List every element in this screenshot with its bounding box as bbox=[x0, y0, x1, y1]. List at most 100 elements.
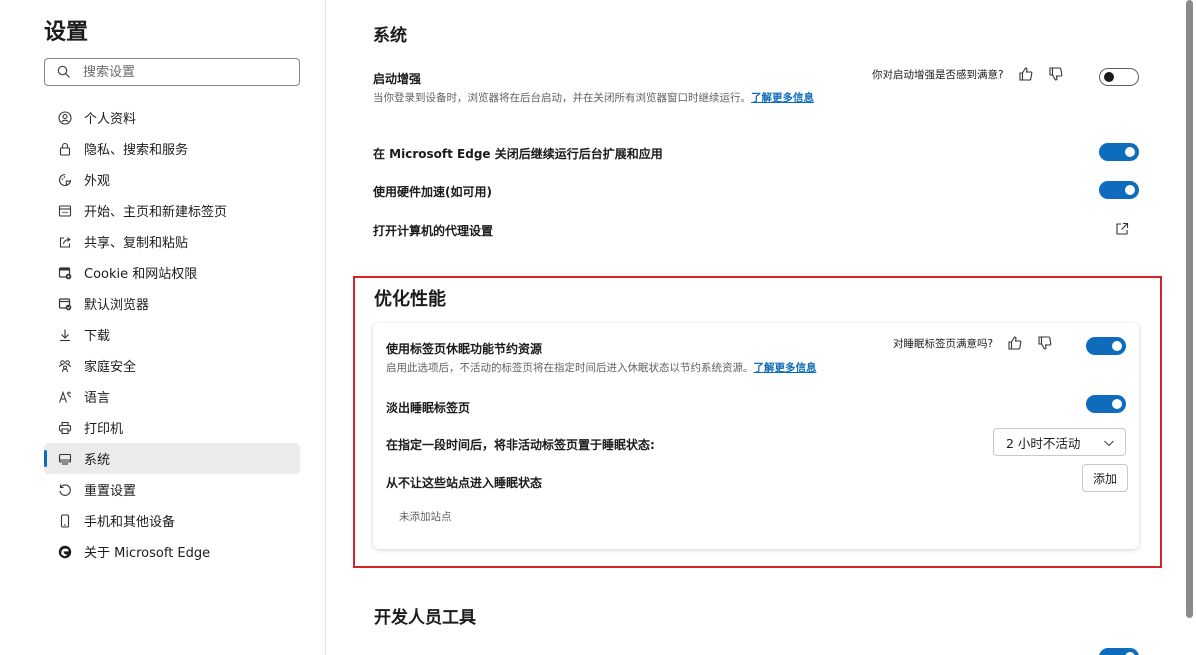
hardware-accel-toggle[interactable] bbox=[1099, 181, 1139, 199]
site-permissions-icon bbox=[58, 266, 72, 280]
sidebar-item-family[interactable]: 家庭安全 bbox=[44, 350, 300, 381]
startup-boost-desc-text: 当你登录到设备时，浏览器将在后台启动，并在关闭所有浏览器窗口时继续运行。 bbox=[373, 92, 751, 104]
sidebar-item-label: 下载 bbox=[84, 329, 111, 344]
sidebar-item-label: 重置设置 bbox=[84, 484, 137, 499]
external-link-icon[interactable] bbox=[1114, 221, 1130, 237]
performance-heading: 优化性能 bbox=[374, 289, 446, 310]
sidebar-item-label: 家庭安全 bbox=[84, 360, 137, 375]
sidebar-item-language[interactable]: 语言 bbox=[44, 381, 300, 412]
printer-icon bbox=[58, 421, 72, 435]
hardware-accel-row: 使用硬件加速(如可用) bbox=[373, 183, 1143, 200]
performance-card: 使用标签页休眠功能节约资源 启用此选项后，不活动的标签页将在指定时间后进入休眠状… bbox=[373, 323, 1139, 549]
background-apps-toggle[interactable] bbox=[1099, 143, 1139, 161]
sleeping-tabs-feedback-text: 对睡眠标签页满意吗? bbox=[893, 337, 994, 350]
sleeping-tabs-desc: 启用此选项后，不活动的标签页将在指定时间后进入休眠状态以节约系统资源。了解更多信… bbox=[386, 361, 906, 375]
startup-boost-learn-more-link[interactable]: 了解更多信息 bbox=[751, 92, 814, 104]
startup-boost-feedback-text: 你对启动增强是否感到满意? bbox=[872, 68, 1004, 81]
toggle-knob bbox=[1125, 185, 1135, 195]
sleep-after-select[interactable]: 2 小时不活动 bbox=[993, 428, 1126, 456]
phone-icon bbox=[58, 513, 72, 528]
sleeping-tabs-desc-text: 启用此选项后，不活动的标签页将在指定时间后进入休眠状态以节约系统资源。 bbox=[386, 362, 754, 374]
sidebar-item-label: 系统 bbox=[84, 453, 111, 468]
sidebar-item-printers[interactable]: 打印机 bbox=[44, 412, 300, 443]
chevron-down-icon bbox=[1103, 437, 1115, 449]
sidebar-item-about[interactable]: 关于 Microsoft Edge bbox=[44, 536, 300, 567]
reset-icon bbox=[58, 483, 72, 497]
sidebar-item-label: 个人资料 bbox=[84, 112, 137, 127]
startup-boost-toggle[interactable] bbox=[1099, 68, 1139, 86]
add-site-button[interactable]: 添加 bbox=[1082, 464, 1129, 492]
toggle-knob bbox=[1125, 147, 1135, 157]
no-sites-text: 未添加站点 bbox=[399, 511, 452, 523]
sidebar-item-label: 打印机 bbox=[84, 422, 124, 437]
thumbs-down-icon[interactable] bbox=[1037, 335, 1053, 351]
share-icon bbox=[58, 235, 72, 249]
lock-icon bbox=[58, 142, 72, 156]
search-box[interactable] bbox=[44, 58, 300, 86]
sidebar-item-default-browser[interactable]: 默认浏览器 bbox=[44, 288, 300, 319]
background-apps-title: 在 Microsoft Edge 关闭后继续运行后台扩展和应用 bbox=[373, 147, 663, 161]
fade-tabs-title: 淡出睡眠标签页 bbox=[386, 401, 471, 415]
search-icon bbox=[57, 65, 71, 79]
settings-title: 设置 bbox=[44, 20, 89, 45]
sleep-after-value: 2 小时不活动 bbox=[1006, 435, 1081, 451]
hardware-accel-title: 使用硬件加速(如可用) bbox=[373, 185, 492, 199]
sleeping-tabs-feedback: 对睡眠标签页满意吗? bbox=[893, 335, 1053, 351]
default-browser-icon bbox=[58, 297, 72, 311]
sidebar-item-label: 隐私、搜索和服务 bbox=[84, 143, 189, 158]
proxy-title: 打开计算机的代理设置 bbox=[373, 224, 494, 238]
thumbs-up-icon[interactable] bbox=[1018, 66, 1034, 82]
developer-tools-heading: 开发人员工具 bbox=[374, 608, 476, 628]
sleeping-tabs-row: 使用标签页休眠功能节约资源 启用此选项后，不活动的标签页将在指定时间后进入休眠状… bbox=[386, 340, 906, 375]
settings-nav: 个人资料 隐私、搜索和服务 外观 开始、主页和新建标签页 共享、复制和粘贴 Co… bbox=[44, 102, 300, 567]
sidebar-item-share[interactable]: 共享、复制和粘贴 bbox=[44, 226, 300, 257]
search-input[interactable] bbox=[83, 64, 283, 80]
never-sleep-title: 从不让这些站点进入睡眠状态 bbox=[386, 476, 543, 490]
sleeping-tabs-learn-more-link[interactable]: 了解更多信息 bbox=[754, 362, 817, 374]
sidebar-item-reset[interactable]: 重置设置 bbox=[44, 474, 300, 505]
toggle-knob bbox=[1104, 72, 1114, 82]
sleep-after-row: 在指定一段时间后，将非活动标签页置于睡眠状态: bbox=[386, 436, 655, 453]
never-sleep-row: 从不让这些站点进入睡眠状态 bbox=[386, 474, 542, 491]
sidebar-item-phone[interactable]: 手机和其他设备 bbox=[44, 505, 300, 536]
sidebar-item-label: 语言 bbox=[84, 391, 111, 406]
sleep-after-title: 在指定一段时间后，将非活动标签页置于睡眠状态: bbox=[386, 438, 655, 452]
sidebar-item-cookies[interactable]: Cookie 和网站权限 bbox=[44, 257, 300, 288]
sidebar-item-label: 关于 Microsoft Edge bbox=[84, 546, 211, 561]
sleeping-tabs-title: 使用标签页休眠功能节约资源 bbox=[386, 342, 543, 356]
fade-tabs-row: 淡出睡眠标签页 bbox=[386, 399, 470, 416]
thumbs-down-icon[interactable] bbox=[1048, 66, 1064, 82]
startup-boost-desc: 当你登录到设备时，浏览器将在后台启动，并在关闭所有浏览器窗口时继续运行。了解更多… bbox=[373, 91, 863, 105]
sleeping-tabs-toggle[interactable] bbox=[1086, 337, 1126, 355]
sidebar-item-downloads[interactable]: 下载 bbox=[44, 319, 300, 350]
thumbs-up-icon[interactable] bbox=[1007, 335, 1023, 351]
system-heading: 系统 bbox=[373, 26, 407, 46]
sidebar-item-label: 手机和其他设备 bbox=[84, 515, 176, 530]
system-icon bbox=[58, 452, 72, 466]
sidebar-item-profile[interactable]: 个人资料 bbox=[44, 102, 300, 133]
sidebar-item-label: 共享、复制和粘贴 bbox=[84, 236, 189, 251]
sidebar-item-appearance[interactable]: 外观 bbox=[44, 164, 300, 195]
edge-logo-icon bbox=[58, 545, 72, 559]
settings-sidebar: 设置 个人资料 隐私、搜索和服务 外观 开始、主页和新建标签页 共享、复制和粘贴 bbox=[0, 0, 326, 655]
sidebar-item-label: 默认浏览器 bbox=[84, 298, 150, 313]
sidebar-item-label: 外观 bbox=[84, 174, 111, 189]
profile-icon bbox=[58, 110, 72, 125]
toggle-knob bbox=[1112, 399, 1122, 409]
scrollbar[interactable] bbox=[1186, 0, 1193, 618]
download-icon bbox=[58, 328, 72, 342]
sidebar-item-privacy[interactable]: 隐私、搜索和服务 bbox=[44, 133, 300, 164]
developer-tools-toggle[interactable] bbox=[1099, 648, 1139, 655]
sidebar-item-system[interactable]: 系统 bbox=[44, 443, 300, 474]
sidebar-item-start-page[interactable]: 开始、主页和新建标签页 bbox=[44, 195, 300, 226]
language-icon bbox=[58, 390, 72, 404]
startup-boost-feedback: 你对启动增强是否感到满意? bbox=[872, 66, 1064, 82]
start-page-icon bbox=[58, 204, 72, 218]
sidebar-item-label: Cookie 和网站权限 bbox=[84, 267, 198, 282]
appearance-icon bbox=[58, 173, 72, 187]
sidebar-item-label: 开始、主页和新建标签页 bbox=[84, 205, 228, 220]
fade-tabs-toggle[interactable] bbox=[1086, 395, 1126, 413]
family-icon bbox=[58, 359, 72, 373]
proxy-row[interactable]: 打开计算机的代理设置 bbox=[373, 222, 1143, 239]
toggle-knob bbox=[1112, 341, 1122, 351]
